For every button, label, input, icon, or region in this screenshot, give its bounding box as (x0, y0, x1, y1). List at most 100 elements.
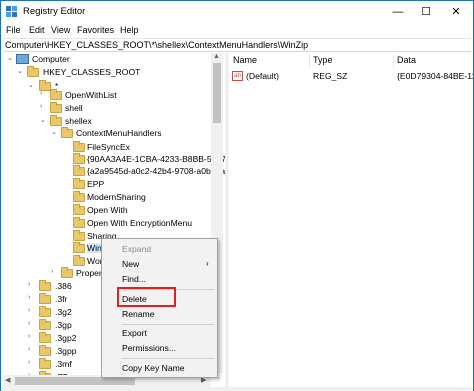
tree-label: .3gp2 (55, 333, 77, 343)
menu-separator (122, 358, 214, 359)
list-row[interactable]: ab (Default) REG_SZ {E0D79304-84BE-11CE-… (229, 70, 473, 84)
folder-icon (73, 178, 85, 189)
folder-icon (73, 242, 85, 253)
tree-label: HKEY_CLASSES_ROOT (43, 67, 141, 77)
expander-closed-icon[interactable]: › (28, 320, 30, 327)
column-header-data[interactable]: Data (397, 55, 416, 68)
expander-closed-icon[interactable]: › (28, 281, 30, 288)
string-value-icon: ab (232, 71, 243, 81)
menu-file[interactable]: File (6, 25, 21, 35)
scrollbar-thumb[interactable] (15, 377, 135, 385)
expander-open-icon[interactable]: ⌄ (28, 81, 34, 89)
tree-label: EPP (87, 179, 105, 189)
folder-icon (61, 127, 73, 138)
folder-icon (39, 293, 51, 304)
tree-item-handler[interactable]: Open With EncryptionMenu (3, 217, 213, 231)
folder-icon (73, 191, 85, 202)
menu-item-label: Export (122, 328, 147, 338)
folder-icon (73, 204, 85, 215)
tree-label: OpenWithList (65, 90, 117, 100)
value-type: REG_SZ (313, 71, 348, 81)
expander-open-icon[interactable]: ⌄ (51, 128, 57, 136)
menu-item-rename[interactable]: Rename (102, 307, 217, 322)
expander-closed-icon[interactable]: › (28, 307, 30, 314)
tree-label: {90AA3A4E-1CBA-4233-B8BB-535773D48449} (87, 154, 225, 164)
menu-item-label: Copy Key Name (122, 363, 185, 373)
tree-item-handler[interactable]: Open With (3, 204, 213, 218)
maximize-button[interactable]: ☐ (411, 1, 441, 23)
expander-closed-icon[interactable]: › (28, 359, 30, 366)
menu-item-label: Permissions... (122, 343, 176, 353)
registry-editor-icon (6, 6, 17, 17)
submenu-arrow-icon: › (206, 259, 209, 268)
menu-item-label: Find... (122, 274, 146, 284)
tree-label: .3mf (55, 359, 72, 369)
tree-label: .3gp (55, 320, 72, 330)
menu-help[interactable]: Help (120, 25, 139, 35)
column-divider[interactable] (309, 55, 310, 68)
expander-closed-icon[interactable]: › (40, 103, 42, 110)
menu-item-copy-key-name[interactable]: Copy Key Name (102, 361, 217, 376)
menu-item-export[interactable]: Export (102, 326, 217, 341)
tree-item-handler[interactable]: ModernSharing (3, 191, 213, 205)
tree-label: .3gpp (55, 346, 77, 356)
menu-item-label: New (122, 259, 140, 269)
folder-icon (73, 141, 85, 152)
tree-item-handler[interactable]: EPP (3, 178, 213, 192)
menu-item-find[interactable]: Find... (102, 272, 217, 287)
tree-label: FileSyncEx (87, 142, 130, 152)
menu-view[interactable]: View (51, 25, 70, 35)
expander-open-icon[interactable]: ⌄ (17, 67, 23, 75)
minimize-button[interactable]: — (383, 1, 413, 23)
values-list[interactable]: Name Type Data ab (Default) REG_SZ {E0D7… (229, 53, 473, 387)
expander-open-icon[interactable]: ⌄ (40, 116, 46, 124)
tree-item-handler[interactable]: {a2a9545d-a0c2-42b4-9708-a0b2badd77c8} (3, 165, 225, 179)
tree-item-openwithlist[interactable]: › OpenWithList (3, 89, 213, 103)
folder-icon (39, 280, 51, 291)
menu-bar: File Edit View Favorites Help (1, 23, 473, 38)
folder-icon (50, 102, 62, 113)
menu-edit[interactable]: Edit (29, 25, 45, 35)
expander-open-icon[interactable]: ⌄ (7, 54, 13, 62)
tree-item-computer[interactable]: ⌄ Computer (3, 53, 213, 67)
tree-label: shell (65, 103, 83, 113)
tree-label: ModernSharing (87, 192, 146, 202)
folder-icon (39, 345, 51, 356)
menu-item-expand[interactable]: Expand (102, 242, 217, 257)
expander-closed-icon[interactable]: › (28, 333, 30, 340)
scrollbar-thumb[interactable] (213, 63, 221, 123)
status-bar (1, 387, 473, 391)
folder-icon (27, 66, 39, 77)
expander-closed-icon[interactable]: › (40, 90, 42, 97)
folder-icon (39, 332, 51, 343)
tree-label: {a2a9545d-a0c2-42b4-9708-a0b2badd77c8} (87, 166, 225, 176)
tree-item-contextmenuhandlers[interactable]: ⌄ ContextMenuHandlers (3, 127, 213, 141)
folder-icon (50, 89, 62, 100)
scroll-up-icon[interactable]: ▲ (213, 53, 220, 60)
tree-label: ContextMenuHandlers (76, 128, 162, 138)
close-button[interactable]: ✕ (441, 1, 471, 23)
folder-icon (39, 306, 51, 317)
menu-favorites[interactable]: Favorites (77, 25, 114, 35)
expander-closed-icon[interactable]: › (28, 294, 30, 301)
scroll-left-icon[interactable]: ◀ (5, 376, 10, 384)
column-header-type[interactable]: Type (313, 55, 333, 68)
tree-label: .3fr (55, 294, 68, 304)
column-divider[interactable] (393, 55, 394, 68)
tree-label: Open With EncryptionMenu (87, 218, 193, 228)
expander-closed-icon[interactable]: › (28, 346, 30, 353)
menu-item-new[interactable]: New › (102, 257, 217, 272)
computer-icon (16, 54, 29, 64)
tree-item-hkcr[interactable]: ⌄ HKEY_CLASSES_ROOT (3, 66, 213, 80)
folder-icon (73, 255, 85, 266)
expander-closed-icon[interactable]: › (51, 268, 53, 275)
folder-icon (73, 165, 85, 176)
address-bar[interactable]: Computer\HKEY_CLASSES_ROOT\*\shellex\Con… (3, 38, 471, 52)
menu-item-permissions[interactable]: Permissions... (102, 341, 217, 356)
folder-icon (50, 115, 62, 126)
tree-item-shell[interactable]: › shell (3, 102, 213, 116)
tree-label: .3g2 (55, 307, 72, 317)
folder-icon (61, 267, 73, 278)
column-header-name[interactable]: Name (233, 55, 257, 68)
folder-icon (73, 153, 85, 164)
